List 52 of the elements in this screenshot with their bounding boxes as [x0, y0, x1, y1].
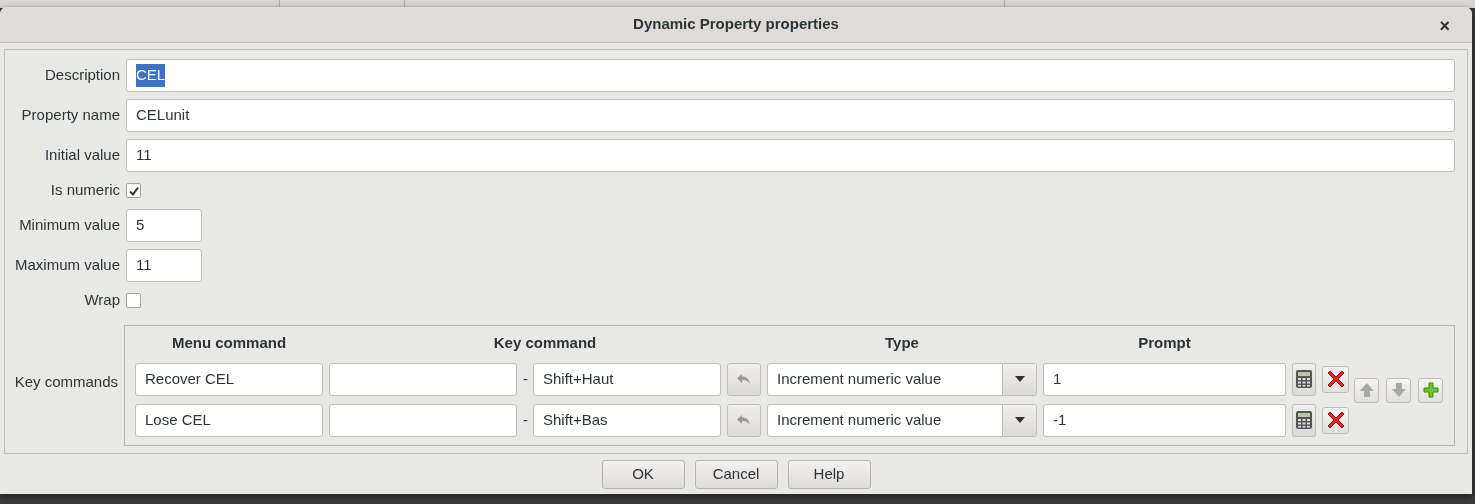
field-label: Initial value	[43, 145, 121, 166]
delete-icon	[1326, 411, 1345, 429]
text-field[interactable]: 11	[126, 249, 202, 282]
text-field[interactable]: CEL	[126, 59, 1455, 92]
text-field[interactable]	[329, 403, 517, 437]
text-field[interactable]: 5	[126, 209, 202, 242]
type-dropdown[interactable]: Increment numeric value	[767, 403, 1037, 437]
text-field[interactable]: Shift+Bas	[533, 403, 721, 437]
separator-text: -	[523, 368, 527, 389]
type-dropdown[interactable]: Increment numeric value	[767, 362, 1037, 396]
add-button[interactable]	[1418, 377, 1443, 403]
undo-button[interactable]	[727, 403, 761, 437]
column-header: Type	[884, 333, 920, 353]
column-header: Prompt	[1137, 333, 1192, 353]
text-field[interactable]: Recover CEL	[135, 362, 323, 396]
field-label: Maximum value	[13, 255, 121, 276]
arrow-up-icon	[1358, 382, 1375, 398]
window-title: Dynamic Property properties	[633, 14, 839, 35]
checkbox[interactable]	[126, 183, 141, 198]
field-label: Minimum value	[18, 215, 121, 236]
text-field[interactable]	[329, 362, 517, 396]
caret-icon	[1014, 376, 1025, 382]
close-button[interactable]: ×	[1435, 15, 1454, 37]
field-label: Is numeric	[49, 180, 121, 201]
column-header: Key command	[492, 333, 598, 353]
dialog-button[interactable]: Cancel	[694, 460, 778, 489]
field-label: Wrap	[83, 290, 121, 311]
column-header: Menu command	[170, 333, 288, 353]
arrow-down-icon	[1390, 382, 1407, 398]
field-label: Property name	[20, 105, 121, 126]
calculator-icon	[1295, 410, 1313, 430]
calculator-button[interactable]	[1292, 403, 1316, 437]
undo-button[interactable]	[727, 362, 761, 396]
calculator-icon	[1295, 369, 1313, 389]
checkbox[interactable]	[126, 293, 141, 308]
text-field[interactable]: Shift+Haut	[533, 362, 721, 396]
text-field[interactable]: Lose CEL	[135, 403, 323, 437]
plus-icon	[1422, 382, 1439, 398]
field-label: Key commands	[13, 372, 119, 392]
text-field[interactable]: CELunit	[126, 99, 1455, 132]
delete-icon	[1326, 370, 1345, 388]
delete-button[interactable]	[1322, 406, 1349, 434]
dialog-button[interactable]: OK	[601, 460, 685, 489]
text-field[interactable]: 11	[126, 139, 1455, 172]
text-field[interactable]: 1	[1043, 362, 1286, 396]
caret-icon	[1014, 417, 1025, 423]
field-label: Description	[43, 65, 121, 86]
separator-text: -	[523, 409, 527, 430]
delete-button[interactable]	[1322, 365, 1349, 393]
text-field[interactable]: -1	[1043, 403, 1286, 437]
calculator-button[interactable]	[1292, 362, 1316, 396]
dialog-button[interactable]: Help	[787, 460, 871, 489]
